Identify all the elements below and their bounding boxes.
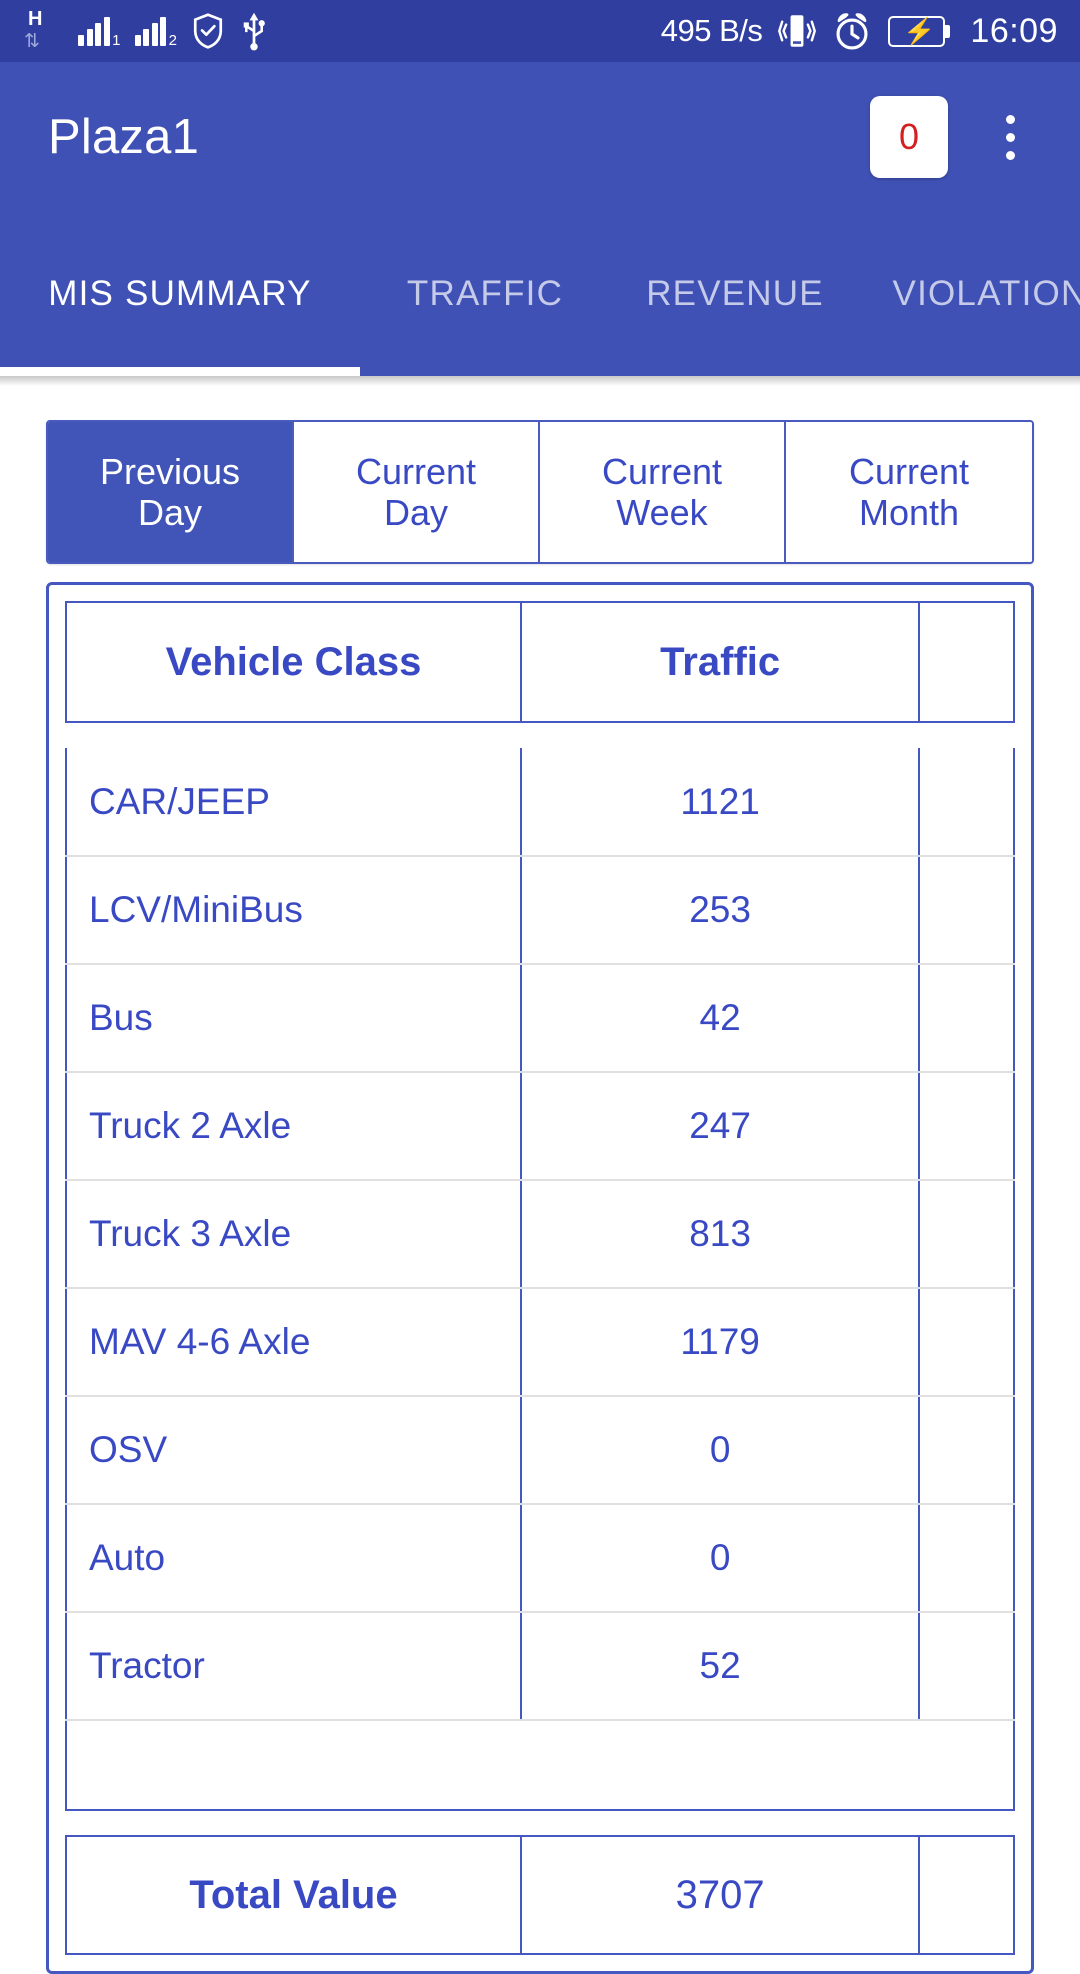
table-header: Vehicle Class Traffic	[64, 601, 1015, 723]
page-title: Plaza1	[48, 110, 200, 164]
mis-summary-table-card: Vehicle Class Traffic CAR/JEEP 1121 LCV/…	[46, 582, 1034, 1974]
segment-previous-day[interactable]: Previous Day	[48, 422, 294, 562]
tab-mis-summary[interactable]: MIS SUMMARY	[0, 212, 360, 376]
table-body: CAR/JEEP 1121 LCV/MiniBus 253 Bus 42 Tru…	[64, 722, 1015, 1955]
cell-total-traffic: 3707	[520, 1835, 921, 1955]
cell-extra	[918, 1180, 1015, 1289]
table-header-row: Vehicle Class Traffic	[64, 601, 1015, 723]
tab-revenue[interactable]: REVENUE	[610, 212, 860, 376]
cell-vehicle-class: Truck 3 Axle	[64, 1180, 523, 1289]
cell-traffic: 813	[520, 1180, 921, 1289]
tab-traffic-label: TRAFFIC	[406, 274, 564, 313]
cell-extra	[918, 856, 1015, 965]
cell-traffic: 0	[520, 1504, 921, 1613]
signal-bars-sim1-icon: 1	[78, 16, 121, 49]
cell-total-label: Total Value	[64, 1835, 523, 1955]
cell-vehicle-class: Bus	[64, 964, 523, 1073]
period-segmented-control: Previous Day Current Day Current Week Cu…	[46, 420, 1034, 564]
cell-extra	[918, 964, 1015, 1073]
cell-traffic: 253	[520, 856, 921, 965]
segment-current-week[interactable]: Current Week	[540, 422, 786, 562]
hspa-letter: H	[28, 8, 43, 30]
table-empty-row	[65, 1720, 1015, 1811]
network-speed-text: 495 B/s	[660, 13, 763, 48]
segment-current-day-line1: Current	[355, 450, 477, 492]
cell-traffic: 1121	[520, 748, 921, 857]
status-badge[interactable]: 0	[870, 96, 948, 178]
table-row[interactable]: CAR/JEEP 1121	[64, 748, 1015, 857]
table-row[interactable]: Truck 3 Axle 813	[64, 1180, 1015, 1289]
battery-charging-icon: ⚡	[888, 15, 951, 47]
alarm-clock-icon	[836, 13, 868, 50]
segment-current-day[interactable]: Current Day	[294, 422, 540, 562]
tab-bar-shadow	[0, 376, 1080, 386]
tab-bar: MIS SUMMARY TRAFFIC REVENUE VIOLATION	[0, 212, 1080, 376]
cell-vehicle-class: LCV/MiniBus	[64, 856, 523, 965]
table-row[interactable]: Truck 2 Axle 247	[64, 1072, 1015, 1181]
status-bar-left-icons: H ⇅ 1 2	[22, 8, 269, 52]
cell-extra	[918, 1504, 1015, 1613]
cell-extra	[918, 748, 1015, 857]
cell-vehicle-class: MAV 4-6 Axle	[64, 1288, 523, 1397]
app-bar: Plaza1 0	[0, 62, 1080, 212]
status-bar-right-icons: 495 B/s ⚡ 16:09	[661, 10, 1058, 52]
column-header-extra	[918, 601, 1015, 723]
segment-current-week-line1: Current	[601, 450, 723, 492]
status-bar: H ⇅ 1 2 495 B/s ⚡ 16:09	[0, 0, 1080, 62]
vibrate-icon	[778, 15, 817, 47]
sim1-label: 1	[112, 32, 121, 49]
tab-violation[interactable]: VIOLATION	[860, 212, 1080, 376]
cell-traffic: 0	[520, 1396, 921, 1505]
cell-vehicle-class: CAR/JEEP	[64, 748, 523, 857]
table-row[interactable]: Bus 42	[64, 964, 1015, 1073]
segment-current-month-line2: Month	[858, 492, 960, 533]
cell-traffic: 247	[520, 1072, 921, 1181]
table-row[interactable]: Auto 0	[64, 1504, 1015, 1613]
table-total-row: Total Value 3707	[64, 1835, 1015, 1955]
segment-previous-day-line2: Day	[137, 492, 203, 533]
shield-check-icon	[193, 13, 223, 49]
cell-traffic: 42	[520, 964, 921, 1073]
cell-vehicle-class: OSV	[64, 1396, 523, 1505]
cell-vehicle-class: Auto	[64, 1504, 523, 1613]
cell-extra	[918, 1072, 1015, 1181]
cell-traffic: 1179	[520, 1288, 921, 1397]
overflow-menu-icon[interactable]	[970, 92, 1050, 182]
tab-traffic[interactable]: TRAFFIC	[360, 212, 610, 376]
segment-current-month-line1: Current	[848, 450, 970, 492]
tab-mis-summary-label: MIS SUMMARY	[48, 274, 312, 313]
tab-revenue-label: REVENUE	[646, 274, 824, 313]
cell-vehicle-class: Tractor	[64, 1612, 523, 1721]
mis-summary-table: Vehicle Class Traffic CAR/JEEP 1121 LCV/…	[64, 601, 1015, 1955]
cell-extra	[918, 1288, 1015, 1397]
table-row[interactable]: OSV 0	[64, 1396, 1015, 1505]
main-content: Previous Day Current Day Current Week Cu…	[0, 386, 1080, 1974]
segment-current-week-line2: Week	[616, 492, 708, 533]
table-header-gap	[66, 722, 1014, 748]
column-header-traffic: Traffic	[520, 601, 921, 723]
cell-total-extra	[918, 1835, 1015, 1955]
signal-bars-sim2-icon: 2	[134, 16, 177, 49]
cell-extra	[918, 1396, 1015, 1505]
table-total-gap	[66, 1810, 1014, 1836]
column-header-vehicle-class: Vehicle Class	[64, 601, 523, 723]
usb-icon	[243, 12, 265, 51]
table-row[interactable]: LCV/MiniBus 253	[64, 856, 1015, 965]
cell-extra	[918, 1612, 1015, 1721]
segment-previous-day-line1: Previous	[99, 450, 241, 492]
data-transfer-arrows-icon: ⇅	[24, 31, 40, 52]
tab-violation-label: VIOLATION	[892, 274, 1080, 313]
hspa-data-icon: H ⇅	[22, 8, 64, 52]
table-row[interactable]: MAV 4-6 Axle 1179	[64, 1288, 1015, 1397]
sim2-label: 2	[168, 32, 177, 49]
segment-current-day-line2: Day	[383, 492, 448, 533]
cell-traffic: 52	[520, 1612, 921, 1721]
cell-vehicle-class: Truck 2 Axle	[64, 1072, 523, 1181]
table-row[interactable]: Tractor 52	[64, 1612, 1015, 1721]
clock-text: 16:09	[970, 11, 1058, 50]
segment-current-month[interactable]: Current Month	[786, 422, 1032, 562]
